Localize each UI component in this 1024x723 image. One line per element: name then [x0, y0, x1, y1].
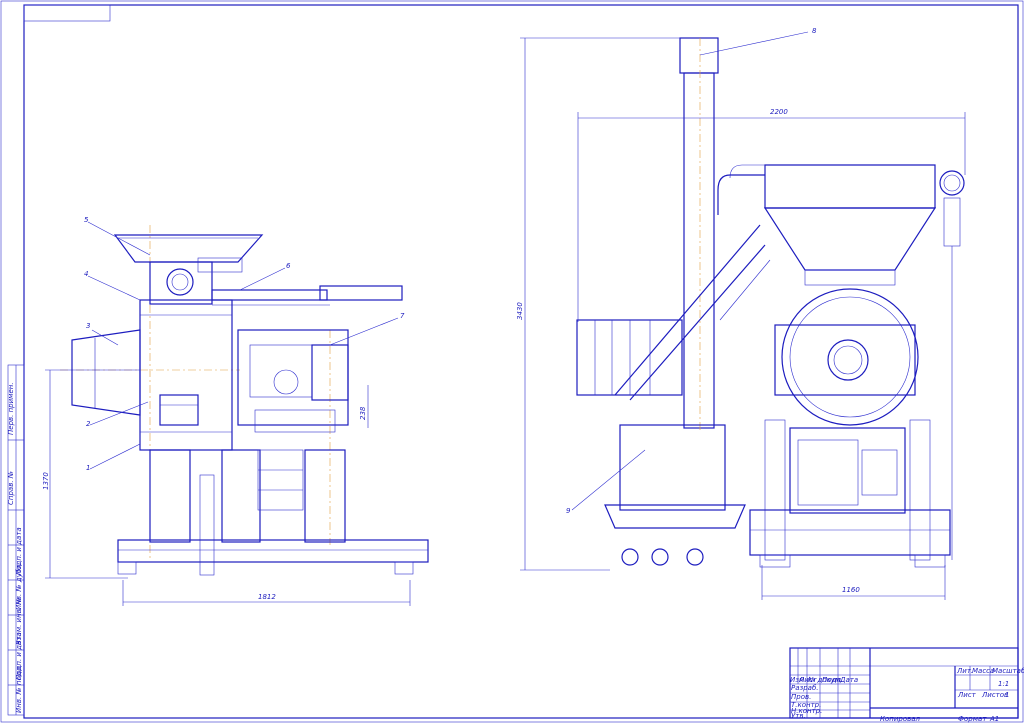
left-view: 1370 1812 238 1 2 3 4 5 6 7	[42, 216, 429, 606]
callout-5: 5	[84, 216, 89, 224]
strip-label-7: Инв. № подл.	[15, 665, 23, 713]
inner-frame	[23, 4, 1019, 719]
tb-role-check: Пров.	[791, 693, 811, 701]
callout-8: 8	[812, 27, 817, 35]
tb-role-approve: Утв.	[791, 712, 806, 720]
tb-copied: Копировал	[880, 715, 921, 723]
callout-2: 2	[86, 420, 91, 428]
drawing-sheet: Перв. примен. Справ. № Подп. и дата Инв.…	[0, 0, 1024, 723]
dim-1812: 1812	[258, 593, 276, 601]
strip-label-2: Справ. №	[7, 471, 15, 505]
dim-1370: 1370	[42, 472, 50, 490]
tb-scale: Масштаб	[992, 667, 1024, 675]
tb-header-date: Дата	[839, 676, 858, 684]
side-strip: Перв. примен. Справ. № Подп. и дата Инв.…	[7, 364, 25, 716]
callout-3: 3	[86, 322, 90, 330]
title-block: Изм Лист № докум. Подп. Дата Разраб. Про…	[789, 647, 1024, 723]
dim-2200: 2200	[770, 108, 788, 116]
callout-6: 6	[286, 262, 291, 270]
callout-1: 1	[86, 464, 90, 472]
tb-sheets-count: 1	[1005, 691, 1009, 699]
tb-role-dev: Разраб.	[791, 684, 819, 692]
right-view: 3430 2200 1160 8 9	[516, 27, 966, 600]
tb-scale-value: 1:1	[998, 680, 1009, 688]
dim-3430: 3430	[516, 302, 524, 320]
callout-4: 4	[84, 270, 88, 278]
tb-lit: Лит.	[956, 667, 973, 675]
dim-1160: 1160	[842, 586, 860, 594]
tb-format: Формат	[958, 715, 987, 723]
strip-label-1: Перв. примен.	[7, 382, 15, 435]
top-corner-box	[23, 4, 111, 22]
outer-frame	[0, 0, 1024, 723]
callout-7: 7	[400, 312, 405, 320]
dim-238: 238	[359, 406, 367, 420]
tb-mass: Масса	[972, 667, 994, 675]
tb-format-value: А1	[989, 715, 999, 723]
tb-sheet: Лист	[957, 691, 977, 699]
callout-9: 9	[566, 507, 571, 515]
